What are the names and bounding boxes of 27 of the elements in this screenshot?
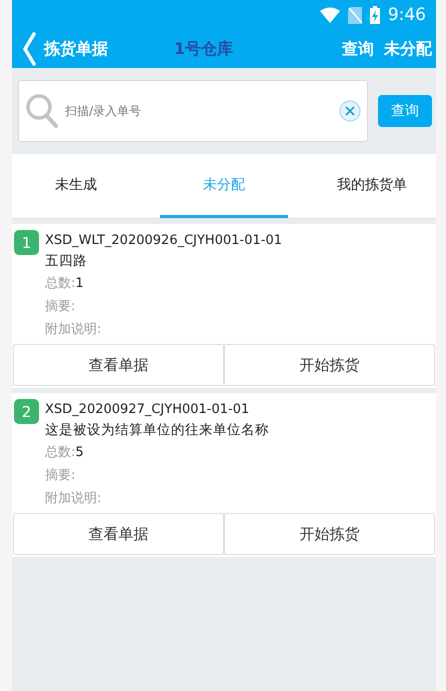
order-detail: 附加说明:: [45, 321, 102, 339]
card-button[interactable]: 查看单据: [13, 513, 224, 555]
back-label: 拣货单据: [44, 38, 108, 60]
card-button[interactable]: 开始拣货: [224, 344, 435, 386]
tab[interactable]: 未生成: [12, 154, 140, 218]
tab[interactable]: 我的拣货单: [308, 154, 436, 218]
no-sim-icon: [348, 6, 362, 24]
index-badge: 1: [14, 230, 39, 255]
clock-time: 9:46: [388, 5, 426, 25]
order-code: XSD_20200927_CJYH001-01-01: [45, 401, 250, 419]
order-detail: 摘要:: [45, 298, 76, 316]
index-badge: 2: [14, 399, 39, 424]
customer-name: 五四路: [45, 252, 88, 271]
search-field[interactable]: 扫描/录入单号: [63, 103, 335, 119]
order-code: XSD_WLT_20200926_CJYH001-01-01: [45, 232, 282, 250]
battery-icon: [370, 6, 380, 24]
customer-name: 这是被设为结算单位的往来单位名称: [45, 421, 269, 440]
search-icon: [25, 93, 59, 129]
wifi-icon: [320, 7, 340, 23]
card-button[interactable]: 查看单据: [13, 344, 224, 386]
order-detail: 附加说明:: [45, 490, 102, 508]
order-detail: 摘要:: [45, 467, 76, 485]
order-detail: 总数:5: [45, 444, 85, 462]
order-detail: 总数:1: [45, 275, 85, 293]
warehouse-title: 1号仓库: [174, 38, 234, 60]
card-button[interactable]: 开始拣货: [224, 513, 435, 555]
clear-icon[interactable]: [339, 100, 361, 122]
